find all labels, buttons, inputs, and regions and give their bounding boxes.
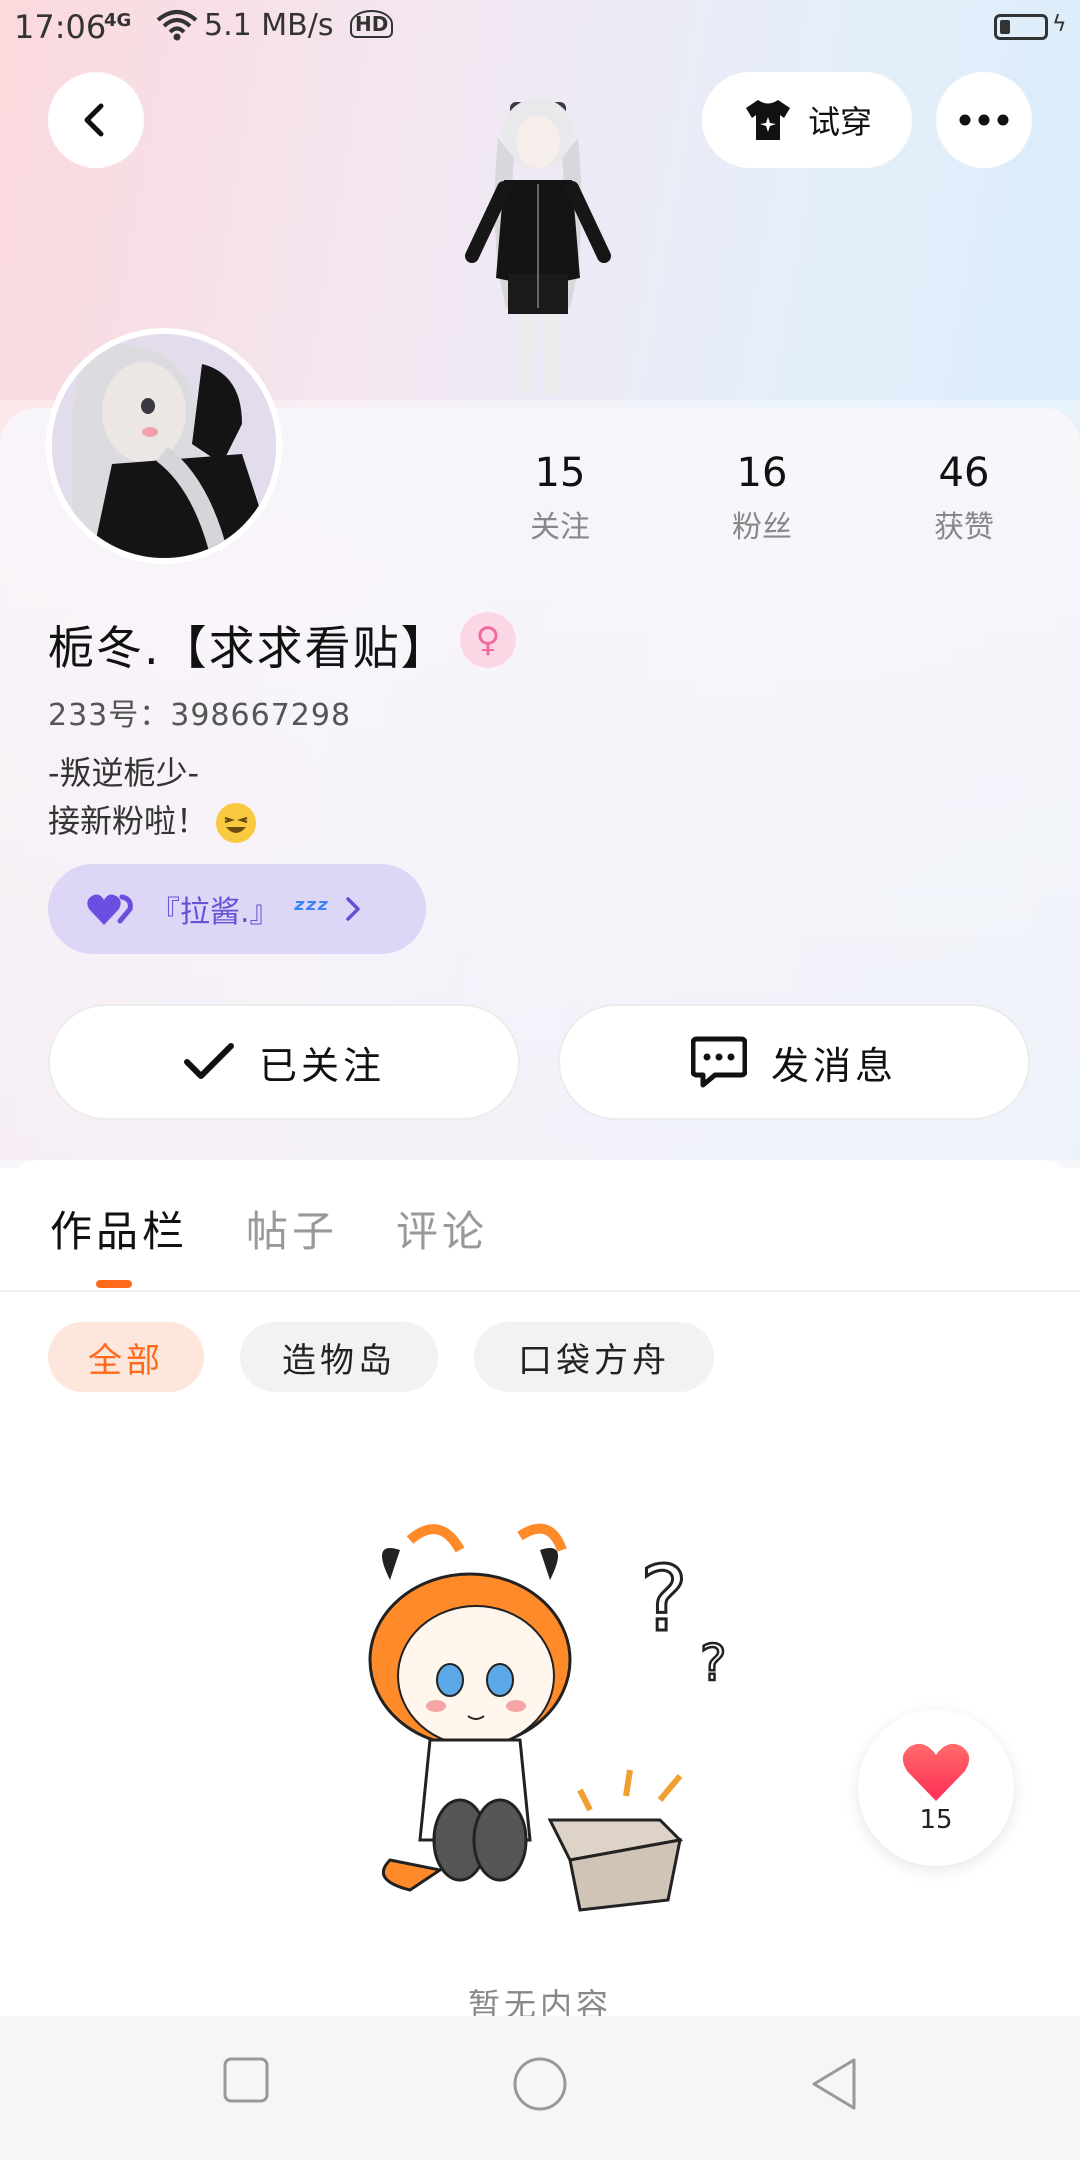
stat-following-label: 关注: [530, 510, 590, 545]
username: 栀冬.【求求看贴】: [48, 621, 449, 675]
back-button[interactable]: [48, 72, 144, 168]
following-label: 已关注: [258, 1043, 385, 1088]
filter-pocket-ark[interactable]: 口袋方舟: [474, 1322, 714, 1392]
following-button[interactable]: 已关注: [48, 1004, 520, 1120]
check-icon: [183, 1043, 234, 1079]
svg-text:?: ?: [700, 1634, 727, 1692]
circle-icon: [513, 2057, 567, 2111]
floating-like-button[interactable]: 15: [858, 1710, 1014, 1866]
stat-followers-count: 16: [736, 450, 788, 496]
stat-followers[interactable]: 16 粉丝: [692, 450, 832, 546]
hd-icon: HD: [350, 10, 394, 38]
send-message-label: 发消息: [770, 1043, 897, 1088]
square-icon: [223, 2057, 269, 2103]
status-bar: 17:06 4G 5.1 MB/s HD ϟ: [0, 0, 1080, 56]
stat-following[interactable]: 15 关注: [490, 450, 630, 546]
stat-likes-label: 获赞: [934, 510, 994, 545]
avatar[interactable]: [46, 328, 282, 564]
tshirt-icon: [745, 100, 790, 140]
wifi-icon: [156, 8, 198, 46]
tab-works[interactable]: 作品栏: [50, 1198, 188, 1259]
stat-likes-count: 46: [938, 450, 990, 496]
empty-state-illustration: ? ?: [350, 1520, 770, 1920]
laughing-emoji-icon: [216, 803, 257, 843]
charging-icon: ϟ: [1052, 12, 1067, 37]
status-time: 17:06: [14, 8, 107, 46]
more-button[interactable]: [936, 72, 1032, 168]
bio-line-2: 接新粉啦！: [48, 796, 257, 843]
recent-apps-button[interactable]: [222, 2056, 270, 2108]
more-dots-icon: [959, 114, 1009, 126]
stat-likes[interactable]: 46 获赞: [894, 450, 1034, 546]
triangle-back-icon: [812, 2058, 856, 2110]
network-speed: 5.1 MB/s: [204, 8, 334, 43]
try-on-button[interactable]: 试穿: [702, 72, 912, 168]
network-type: 4G: [104, 10, 132, 31]
send-message-button[interactable]: 发消息: [558, 1004, 1030, 1120]
tab-comments[interactable]: 评论: [396, 1198, 488, 1259]
bio-line-1: -叛逆栀少-: [48, 754, 200, 792]
tab-posts[interactable]: 帖子: [246, 1198, 338, 1259]
heart-pair-icon: [87, 894, 133, 925]
zzz-icon: ᶻᶻᶻ: [293, 892, 329, 926]
female-icon: ♀: [460, 612, 516, 668]
try-on-label: 试穿: [807, 103, 872, 141]
user-id[interactable]: 233号：398667298: [48, 690, 351, 734]
chevron-left-icon: [84, 103, 104, 137]
heart-icon: [902, 1743, 970, 1801]
filter-zaowudao[interactable]: 造物岛: [240, 1322, 438, 1392]
home-button[interactable]: [512, 2056, 568, 2116]
svg-text:?: ?: [640, 1547, 688, 1652]
bio-line-2-text: 接新粉啦！: [48, 802, 209, 840]
filter-all[interactable]: 全部: [48, 1322, 204, 1392]
guardian-label: 『拉酱.』: [150, 895, 280, 930]
back-nav-button[interactable]: [808, 2056, 858, 2116]
battery-icon: [994, 14, 1048, 40]
chat-bubble-icon: [690, 1036, 747, 1088]
tab-active-indicator: [96, 1280, 132, 1288]
chevron-right-icon: [345, 897, 360, 921]
stat-followers-label: 粉丝: [732, 510, 792, 545]
guardian-badge[interactable]: 『拉酱.』 ᶻᶻᶻ: [48, 864, 426, 954]
stat-following-count: 15: [534, 450, 586, 496]
tab-divider: [0, 1290, 1080, 1292]
floating-like-count: 15: [919, 1805, 953, 1835]
avatar-3d-figure[interactable]: [448, 88, 628, 408]
